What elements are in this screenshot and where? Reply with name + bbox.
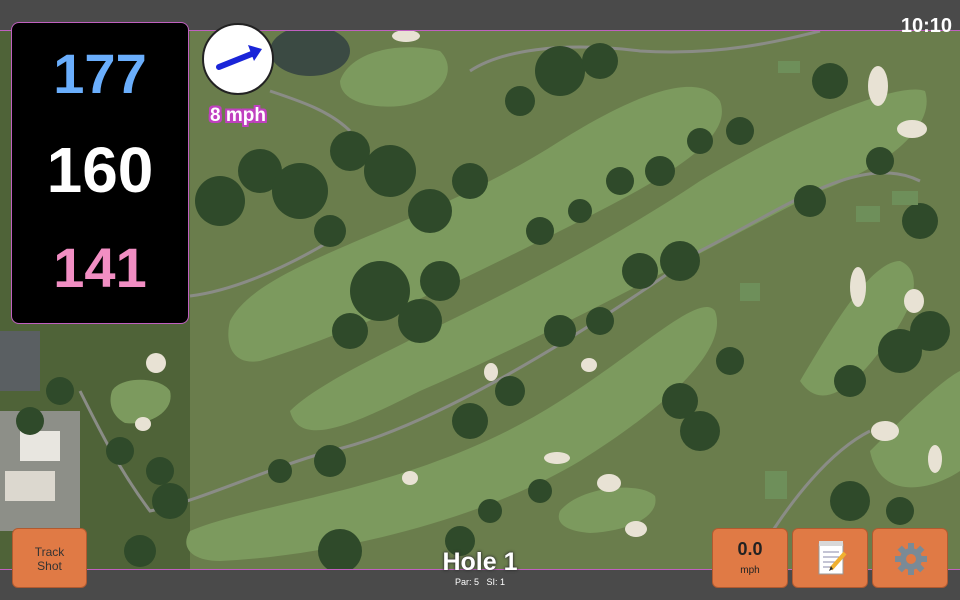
track-shot-label-line2: Shot (37, 559, 62, 573)
par-label: Par: 5 (454, 577, 479, 587)
si-label: SI: 1 (486, 577, 506, 587)
wind-speed: 8 mph (210, 105, 266, 126)
speed-button[interactable]: 0.0 mph (712, 528, 788, 588)
speed-value: 0.0 (737, 539, 763, 559)
arrow-icon (216, 45, 262, 70)
notes-button[interactable] (792, 528, 868, 588)
speed-unit: mph (740, 565, 760, 576)
hole-title: Hole 1 (442, 548, 518, 576)
notepad-icon (818, 541, 847, 575)
settings-button[interactable] (872, 528, 948, 588)
status-clock: 10:10 (900, 15, 952, 37)
center-distance: 160 (46, 134, 154, 206)
distance-panel: 177 160 141 (11, 22, 189, 324)
track-shot-button[interactable]: Track Shot (12, 528, 87, 588)
front-distance: 141 (53, 236, 147, 299)
hole-info: Par: 5 SI: 1 (380, 577, 580, 587)
wind-indicator (202, 23, 274, 95)
back-distance: 177 (53, 42, 147, 105)
track-shot-label-line1: Track (34, 545, 65, 559)
gear-icon (895, 543, 927, 575)
